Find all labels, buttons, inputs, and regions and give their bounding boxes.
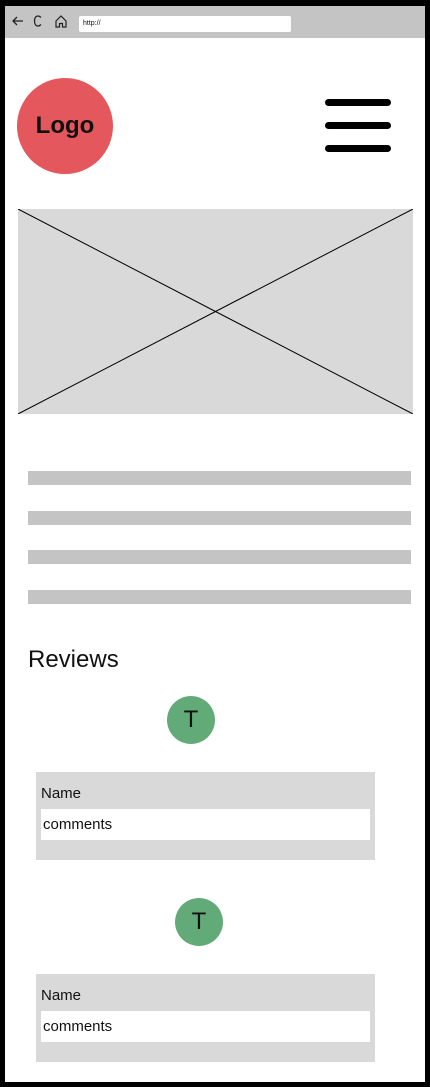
menu-bar xyxy=(325,145,391,152)
logo[interactable]: Logo xyxy=(17,78,113,174)
back-arrow-icon[interactable] xyxy=(10,12,26,30)
text-placeholder-line xyxy=(28,590,411,604)
browser-toolbar: http:// xyxy=(5,6,425,38)
review-name: Name xyxy=(41,785,82,802)
text-placeholder-line xyxy=(28,550,411,564)
hero-image-placeholder xyxy=(18,209,413,414)
avatar: T xyxy=(175,898,223,946)
menu-bar xyxy=(325,99,391,106)
review-card: Name comments xyxy=(36,974,375,1062)
reviews-heading: Reviews xyxy=(28,646,119,673)
address-bar[interactable]: http:// xyxy=(79,16,291,32)
menu-bar xyxy=(325,122,391,129)
hamburger-menu-icon[interactable] xyxy=(325,99,391,153)
page-frame: http:// Logo Reviews T Name comments T N… xyxy=(5,6,425,1082)
review-comment-field[interactable]: comments xyxy=(41,809,370,840)
review-comment-field[interactable]: comments xyxy=(41,1011,370,1042)
refresh-icon[interactable] xyxy=(30,12,46,30)
avatar: T xyxy=(167,696,215,744)
text-placeholder-line xyxy=(28,511,411,525)
home-icon[interactable] xyxy=(53,12,69,30)
review-card: Name comments xyxy=(36,772,375,860)
image-placeholder-icon xyxy=(18,209,413,414)
text-placeholder-line xyxy=(28,471,411,485)
review-name: Name xyxy=(41,987,82,1004)
